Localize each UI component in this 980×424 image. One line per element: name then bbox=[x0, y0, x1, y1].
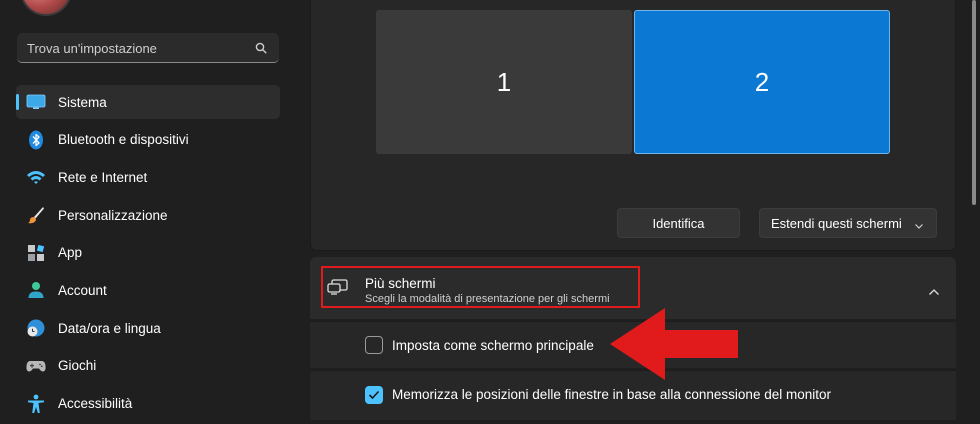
monitor-2[interactable]: 2 bbox=[634, 10, 890, 154]
sidebar-item-personalizzazione[interactable]: Personalizzazione bbox=[16, 198, 280, 232]
gamepad-icon bbox=[25, 356, 47, 376]
wifi-icon bbox=[25, 167, 47, 187]
multiple-displays-icon bbox=[327, 279, 349, 300]
monitor-number: 2 bbox=[754, 66, 770, 97]
sidebar-item-label: Rete e Internet bbox=[58, 169, 148, 185]
search-icon[interactable] bbox=[255, 41, 267, 59]
multiple-displays-subtitle: Scegli la modalità di presentazione per … bbox=[365, 293, 610, 305]
sidebar-item-label: Giochi bbox=[58, 358, 97, 374]
brush-icon bbox=[25, 205, 47, 225]
remember-windows-checkbox[interactable] bbox=[365, 386, 383, 404]
scrollbar[interactable] bbox=[972, 0, 976, 205]
primary-display-checkbox[interactable] bbox=[365, 336, 383, 354]
accessibility-icon bbox=[25, 394, 47, 414]
display-mode-value: Estendi questi schermi bbox=[771, 215, 902, 231]
sidebar-item-label: Sistema bbox=[58, 94, 107, 110]
sidebar-item-label: Accessibilità bbox=[58, 396, 133, 411]
sidebar-item-bluetooth[interactable]: Bluetooth e dispositivi bbox=[16, 123, 280, 157]
sidebar-item-account[interactable]: Account bbox=[16, 273, 280, 307]
sidebar-item-data-ora[interactable]: Data/ora e lingua bbox=[16, 311, 280, 345]
apps-icon bbox=[25, 243, 47, 263]
sidebar: Sistema Bluetooth e dispositivi Rete e I… bbox=[0, 0, 300, 420]
primary-display-label[interactable]: Imposta come schermo principale bbox=[392, 338, 594, 353]
sidebar-item-sistema[interactable]: Sistema bbox=[16, 85, 280, 119]
checkmark-icon bbox=[368, 390, 380, 400]
annotation-arrow-icon bbox=[610, 308, 740, 385]
identify-button-label: Identifica bbox=[652, 215, 705, 231]
monitor-1[interactable]: 1 bbox=[376, 10, 632, 154]
sidebar-item-rete[interactable]: Rete e Internet bbox=[16, 160, 280, 194]
bluetooth-icon bbox=[25, 130, 47, 150]
monitor-number: 1 bbox=[496, 66, 512, 97]
sidebar-item-giochi[interactable]: Giochi bbox=[16, 349, 280, 383]
sidebar-item-label: Data/ora e lingua bbox=[58, 320, 161, 336]
multiple-displays-title: Più schermi bbox=[365, 276, 436, 291]
sidebar-item-label: Bluetooth e dispositivi bbox=[58, 132, 189, 148]
sidebar-item-label: Personalizzazione bbox=[58, 207, 168, 223]
person-icon bbox=[25, 280, 47, 300]
avatar[interactable] bbox=[20, 0, 72, 16]
chevron-down-icon bbox=[914, 218, 924, 233]
sidebar-item-label: Account bbox=[58, 282, 107, 298]
sidebar-nav: Sistema Bluetooth e dispositivi Rete e I… bbox=[16, 85, 280, 424]
display-mode-select[interactable]: Estendi questi schermi bbox=[759, 208, 937, 238]
sidebar-item-app[interactable]: App bbox=[16, 236, 280, 270]
sidebar-item-label: App bbox=[58, 245, 83, 261]
search-box[interactable] bbox=[17, 33, 279, 63]
identify-button[interactable]: Identifica bbox=[617, 208, 740, 238]
remember-windows-label[interactable]: Memorizza le posizioni delle finestre in… bbox=[392, 387, 831, 402]
display-icon bbox=[25, 92, 47, 112]
search-input[interactable] bbox=[17, 33, 259, 63]
display-arrangement-panel: 1 2 Identifica Estendi questi schermi bbox=[310, 0, 956, 251]
globe-clock-icon bbox=[25, 318, 47, 338]
chevron-up-icon[interactable] bbox=[928, 283, 940, 301]
sidebar-item-accessibilita[interactable]: Accessibilità bbox=[16, 387, 280, 421]
